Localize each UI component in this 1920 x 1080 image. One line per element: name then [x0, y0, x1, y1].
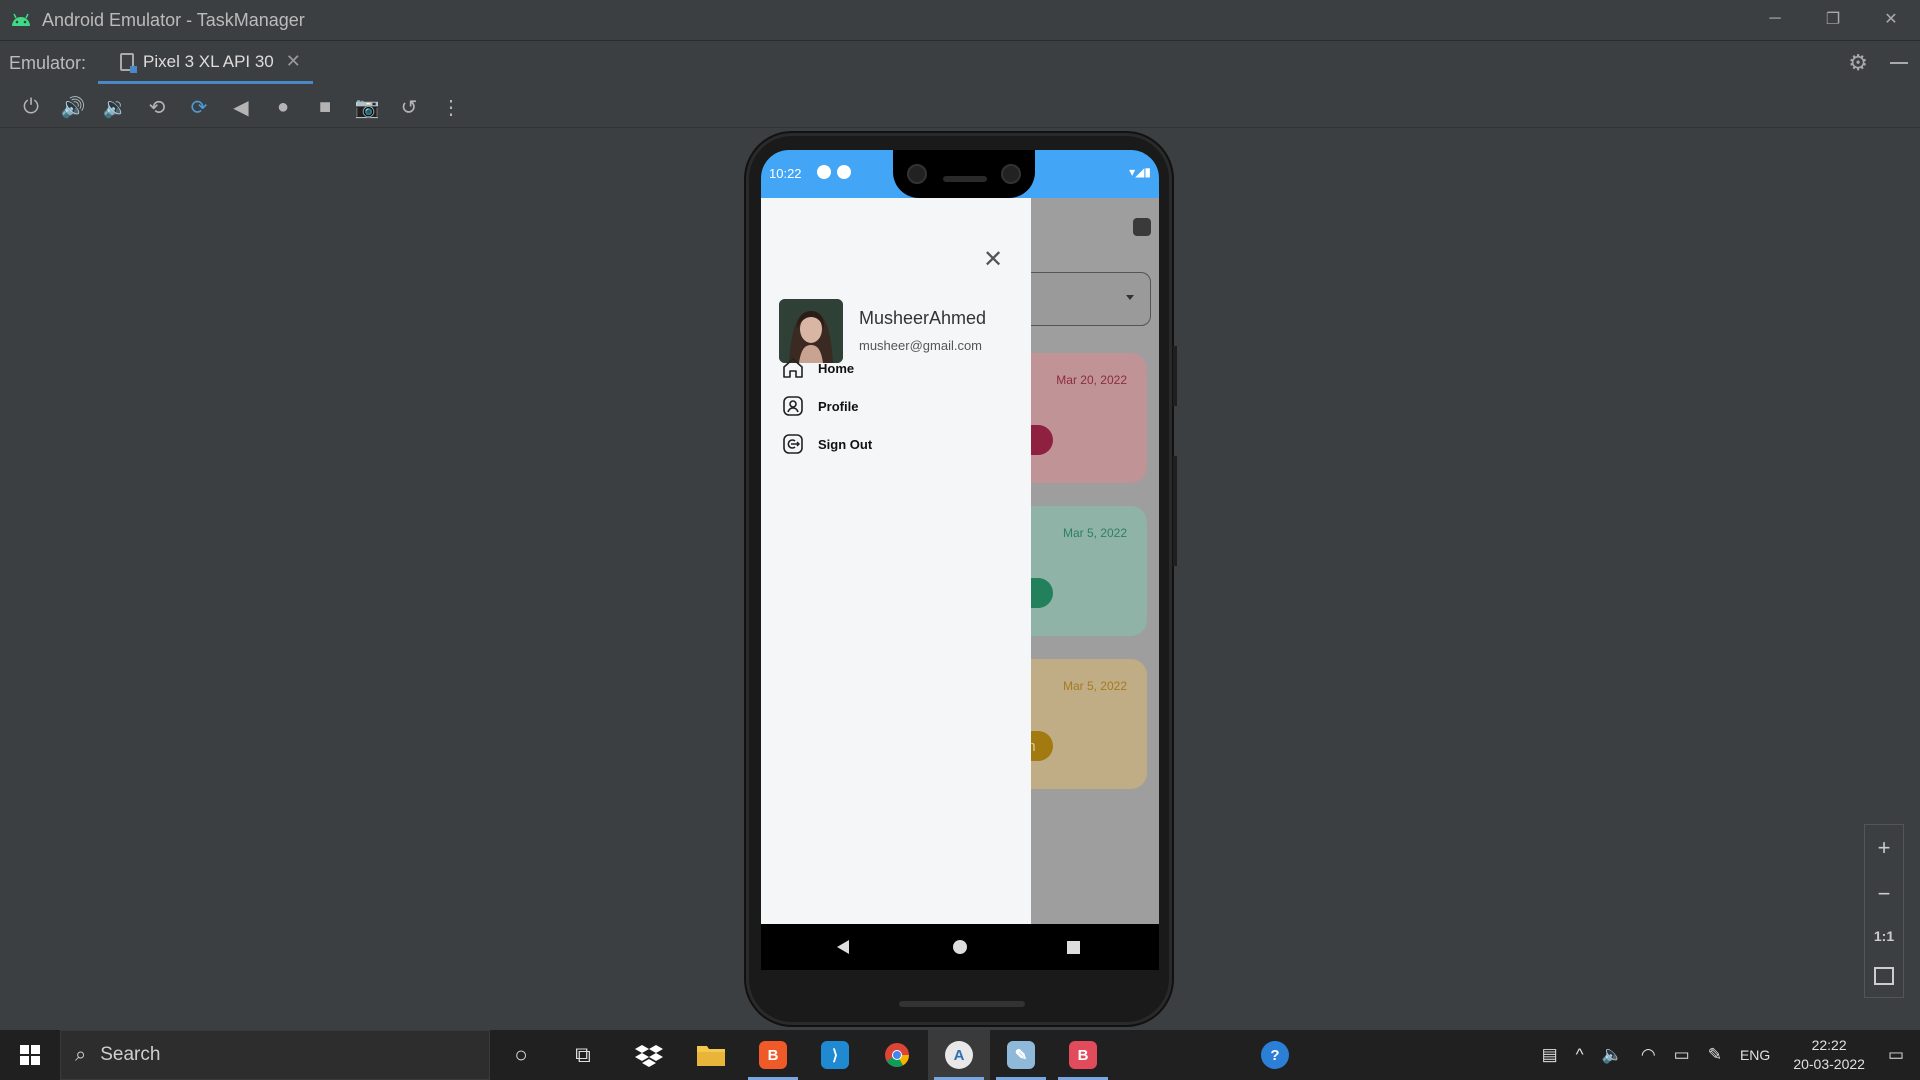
more-icon[interactable]: ⋮	[430, 90, 472, 126]
windows-taskbar: ⌕ Search ○ ⧉ B ⟩ A ✎ B ? ▤ ^ 🔈 ◠ ▭ ✎ ENG…	[0, 1030, 1920, 1080]
phone-screen: 10:22 ▾◢▮ Mar 20, 2022 high Mar 5, 2022 …	[761, 150, 1159, 970]
drawer-item-label: Sign Out	[818, 436, 873, 452]
sign-out-icon	[781, 432, 805, 456]
start-button[interactable]	[0, 1030, 60, 1080]
home-icon	[781, 356, 805, 380]
nav-back-icon[interactable]	[837, 940, 849, 954]
drawer-item-home[interactable]: Home	[781, 356, 854, 380]
emulator-tabbar: Emulator: Pixel 3 XL API 30 ✕ ⚙	[0, 42, 1920, 84]
user-email: musheer@gmail.com	[859, 338, 983, 353]
task-date: Mar 20, 2022	[1056, 373, 1127, 387]
front-camera-icon	[1001, 164, 1021, 184]
emulator-toolbar: ⏻ 🔊 🔉 ⟲ ⟳ ◀ ● ■ 📷 ↺ ⋮	[0, 88, 1920, 128]
power-icon[interactable]: ⏻	[10, 90, 52, 126]
rotate-right-icon[interactable]: ⟳	[178, 90, 220, 126]
volume-rocker	[1173, 456, 1177, 566]
file-explorer-icon[interactable]	[680, 1030, 742, 1080]
windows-logo-icon	[20, 1045, 40, 1065]
phone-frame: 10:22 ▾◢▮ Mar 20, 2022 high Mar 5, 2022 …	[746, 133, 1177, 1025]
snapshot-icon[interactable]: ↺	[388, 90, 430, 126]
task-date: Mar 5, 2022	[1062, 526, 1127, 540]
window-titlebar: Android Emulator - TaskManager ─ ❐ ✕	[0, 0, 1920, 41]
gear-icon[interactable]: ⚙	[1848, 50, 1868, 76]
notification-icons	[817, 165, 851, 179]
wifi-icon[interactable]: ◠	[1641, 1045, 1656, 1065]
pen-icon[interactable]: ✎	[1708, 1045, 1722, 1065]
tab-pixel-3-xl[interactable]: Pixel 3 XL API 30 ✕	[98, 42, 313, 84]
nav-home-icon[interactable]	[953, 940, 967, 954]
zoom-controls: + − 1:1	[1864, 824, 1904, 998]
status-time: 10:22	[769, 166, 802, 181]
brave-beta-icon[interactable]: B	[1052, 1030, 1114, 1080]
tab-label: Pixel 3 XL API 30	[143, 51, 274, 71]
camera-icon[interactable]: 📷	[346, 90, 388, 126]
bottom-speaker	[899, 1001, 1025, 1007]
user-name: MusheerAhmed	[859, 308, 987, 328]
minimize-button[interactable]: ─	[1746, 0, 1804, 38]
phone-icon	[120, 52, 138, 73]
dropbox-icon[interactable]	[618, 1030, 680, 1080]
emulator-label: Emulator:	[9, 52, 87, 73]
paint-icon[interactable]: ✎	[990, 1030, 1052, 1080]
system-tray: ▤ ^ 🔈 ◠ ▭ ✎ ENG 22:22 20-03-2022 ▭	[1533, 1030, 1920, 1080]
close-button[interactable]: ✕	[1862, 0, 1920, 38]
restore-button[interactable]: ❐	[1804, 0, 1862, 38]
task-date: Mar 5, 2022	[1062, 679, 1127, 693]
front-camera-icon	[907, 164, 927, 184]
zoom-out-button[interactable]: −	[1878, 883, 1891, 905]
close-drawer-icon[interactable]: ✕	[983, 248, 1003, 272]
home-icon[interactable]: ●	[262, 90, 304, 126]
tray-caret-icon[interactable]: ^	[1576, 1045, 1584, 1065]
add-task-icon	[1133, 218, 1151, 236]
hide-panel-icon[interactable]	[1890, 62, 1908, 64]
chevron-down-icon	[1126, 295, 1134, 300]
language-indicator[interactable]: ENG	[1740, 1047, 1770, 1063]
news-icon[interactable]: ▤	[1542, 1045, 1558, 1065]
overview-icon[interactable]: ■	[304, 90, 346, 126]
nav-recents-icon[interactable]	[1067, 941, 1080, 954]
speaker-icon[interactable]: 🔈	[1602, 1045, 1623, 1065]
android-studio-icon[interactable]: A	[928, 1030, 990, 1080]
taskbar-search[interactable]: ⌕ Search	[60, 1030, 490, 1080]
back-icon[interactable]: ◀	[220, 90, 262, 126]
side-button	[1173, 346, 1177, 406]
help-icon[interactable]: ?	[1244, 1030, 1306, 1080]
volume-up-icon[interactable]: 🔊	[52, 90, 94, 126]
fit-screen-icon[interactable]	[1874, 967, 1894, 985]
task-view-icon[interactable]: ⧉	[552, 1030, 614, 1080]
drawer-item-sign-out[interactable]: Sign Out	[781, 432, 872, 456]
battery-icon[interactable]: ▭	[1674, 1045, 1690, 1065]
notifications-icon[interactable]: ▭	[1888, 1045, 1904, 1065]
drawer-item-label: Home	[818, 360, 855, 376]
chrome-icon[interactable]	[866, 1030, 928, 1080]
search-icon: ⌕	[75, 1043, 87, 1066]
clock-time: 22:22	[1811, 1037, 1847, 1053]
search-placeholder: Search	[100, 1044, 161, 1065]
tab-close-icon[interactable]: ✕	[286, 51, 301, 72]
avatar	[779, 299, 843, 363]
profile-icon	[781, 394, 805, 418]
drawer-item-label: Profile	[818, 398, 859, 414]
status-bar: 10:22 ▾◢▮	[761, 150, 1159, 198]
android-icon	[10, 12, 32, 28]
brave-browser-icon[interactable]: B	[742, 1030, 804, 1080]
earpiece	[943, 176, 987, 182]
window-title: Android Emulator - TaskManager	[42, 9, 305, 30]
clock-date: 20-03-2022	[1793, 1056, 1865, 1072]
drawer-item-profile[interactable]: Profile	[781, 394, 858, 418]
vscode-icon[interactable]: ⟩	[804, 1030, 866, 1080]
volume-down-icon[interactable]: 🔉	[94, 90, 136, 126]
rotate-left-icon[interactable]: ⟲	[136, 90, 178, 126]
zoom-in-button[interactable]: +	[1878, 837, 1891, 859]
navigation-drawer: ✕ MusheerAhmed musheer@gmail.com Home Pr…	[761, 198, 1031, 924]
android-nav-bar	[761, 924, 1159, 970]
status-system-icons: ▾◢▮	[1129, 165, 1151, 179]
taskbar-clock[interactable]: 22:22 20-03-2022	[1793, 1036, 1865, 1074]
actual-size-button[interactable]: 1:1	[1874, 929, 1894, 943]
notch	[893, 150, 1035, 198]
cortana-icon[interactable]: ○	[490, 1030, 552, 1080]
